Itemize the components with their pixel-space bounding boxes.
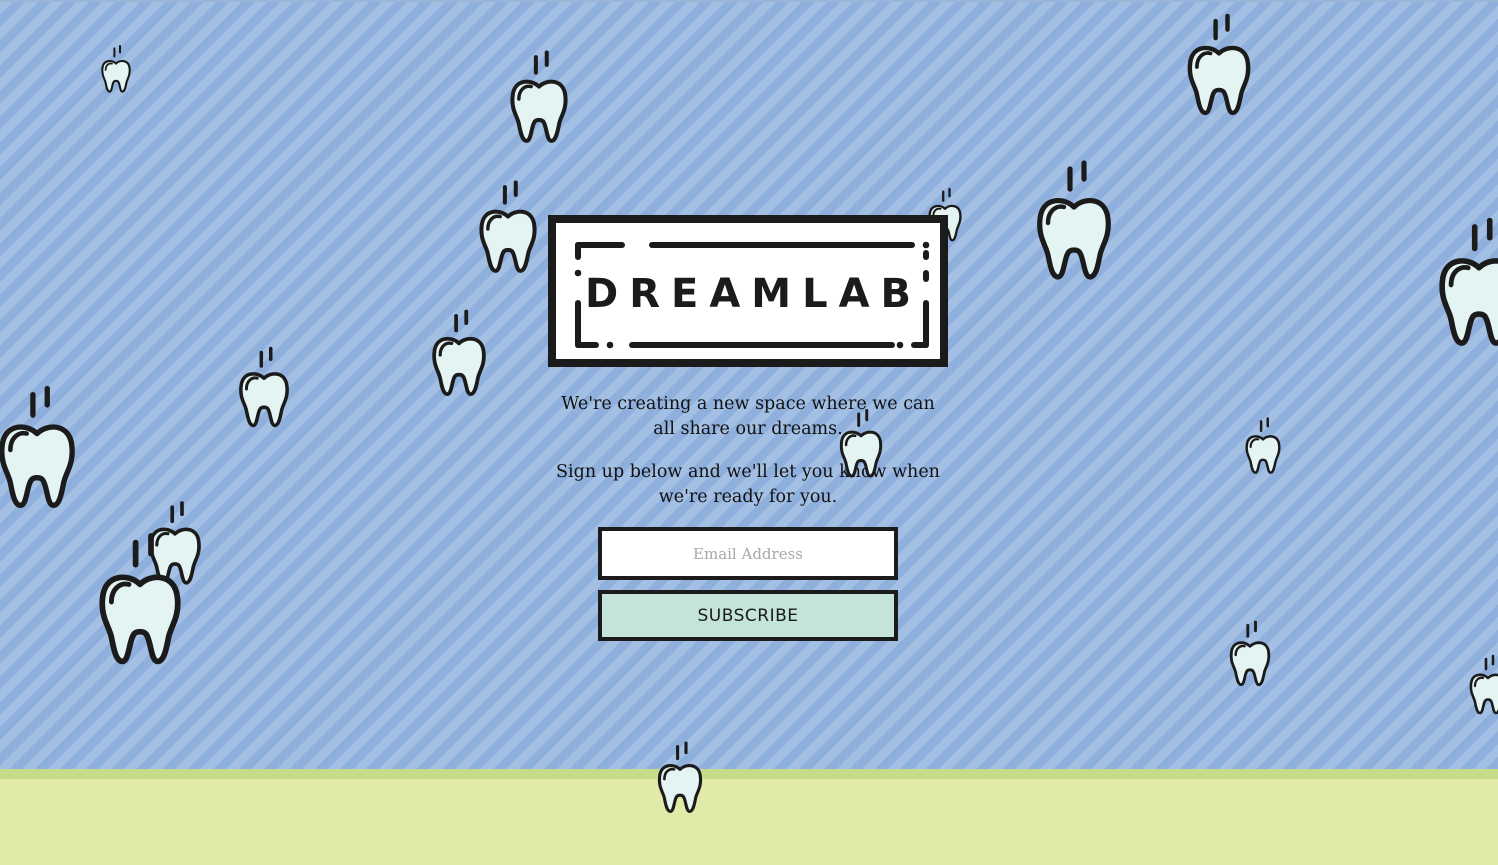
falling-tooth-icon [430,295,488,415]
falling-tooth-icon [1185,0,1253,134]
ground-strip [0,779,1498,865]
falling-tooth-icon [1244,408,1282,486]
dreamlab-logo: DREAMLAB [548,215,948,367]
falling-tooth-icon [96,512,184,692]
email-input[interactable] [598,527,898,580]
falling-tooth-icon [0,360,78,540]
falling-tooth-icon [237,335,291,443]
signup-prompt-text: Sign up below and we'll let you know whe… [556,462,940,507]
falling-tooth-icon [508,35,570,163]
falling-tooth-icon [1228,612,1272,698]
striped-sky-background [0,0,1498,770]
falling-tooth-icon [1468,650,1498,722]
intro-text: We're creating a new space where we can … [561,394,935,439]
falling-tooth-icon [1436,195,1498,375]
ground-edge [0,769,1498,779]
falling-tooth-icon [477,165,539,293]
logo-wordmark: DREAMLAB [584,271,923,317]
falling-tooth-icon [656,732,704,826]
falling-tooth-icon [1034,142,1114,304]
subscribe-button[interactable]: SUBSCRIBE [598,590,898,641]
falling-tooth-icon [838,396,884,494]
falling-tooth-icon [100,38,132,102]
